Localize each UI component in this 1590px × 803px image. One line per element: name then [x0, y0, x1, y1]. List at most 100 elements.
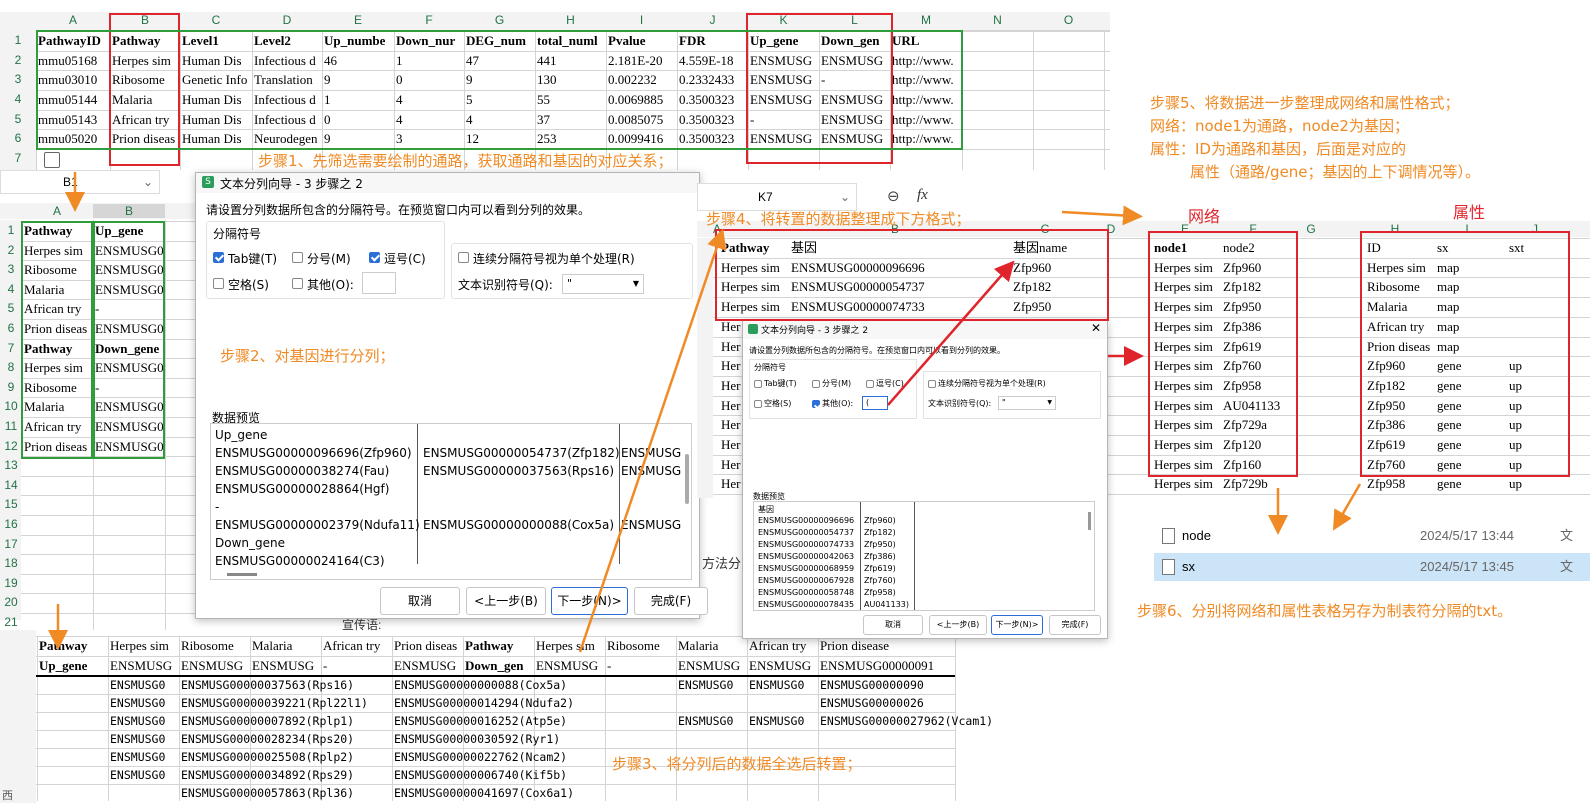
- table-cell[interactable]: African try: [321, 636, 392, 655]
- row-header-10[interactable]: 10: [2, 399, 20, 413]
- table-cell[interactable]: [747, 730, 749, 749]
- d2-consecutive-checkbox[interactable]: [928, 380, 936, 388]
- column-header-G[interactable]: G: [464, 13, 535, 27]
- table-cell[interactable]: ENSMUSG0: [108, 712, 165, 731]
- table-cell[interactable]: Herpes sim: [534, 636, 605, 655]
- d2-other-input[interactable]: (: [862, 396, 888, 410]
- table-cell[interactable]: ENSMUSG00000028234(Rps20): [179, 730, 354, 749]
- table-cell[interactable]: ENSMUSG00000034892(Rps29): [179, 766, 354, 785]
- table-cell[interactable]: ENSMUSG00000091: [818, 656, 955, 675]
- table-cell[interactable]: ENSMUSG00000025508(Rplp2): [179, 748, 354, 767]
- row-header-3[interactable]: 3: [2, 262, 20, 276]
- row-header-5[interactable]: 5: [9, 112, 27, 126]
- table-cell[interactable]: ENSMUSG0: [108, 676, 165, 695]
- table-cell[interactable]: ENSMUSG00000022762(Ncam2): [392, 748, 567, 767]
- d2-finish-button[interactable]: 完成(F): [1049, 615, 1101, 635]
- row-header-1[interactable]: 1: [9, 33, 27, 47]
- preview-vscroll[interactable]: [685, 454, 689, 504]
- table-cell[interactable]: Down_gen: [463, 656, 534, 675]
- table-cell[interactable]: ENSMUSG00000090: [818, 676, 924, 695]
- space-checkbox[interactable]: [213, 278, 224, 289]
- table-cell[interactable]: ENSMUSG00000026: [818, 694, 924, 713]
- d2-next-button[interactable]: 下一步(N)>: [991, 615, 1043, 635]
- d2-comma-checkbox[interactable]: [866, 380, 874, 388]
- d2-tab-checkbox[interactable]: [754, 380, 762, 388]
- table-cell[interactable]: ENSMUSG: [250, 656, 321, 675]
- column-header-M[interactable]: M: [890, 13, 962, 27]
- table-cell[interactable]: ENSMUSG00000007892(Rplp1): [179, 712, 354, 731]
- qualifier-select[interactable]: " ▼: [562, 274, 644, 294]
- table-cell[interactable]: Herpes sim: [1152, 474, 1220, 493]
- d2-qualifier-select[interactable]: " ▼: [998, 396, 1056, 410]
- row-header-8[interactable]: 8: [2, 360, 20, 374]
- row-header-21[interactable]: 21: [2, 615, 20, 629]
- table-cell[interactable]: ENSMUSG: [676, 656, 747, 675]
- zoom-icon[interactable]: ⊖: [887, 187, 900, 205]
- row-header-15[interactable]: 15: [2, 497, 20, 511]
- table-cell[interactable]: gene: [1435, 474, 1505, 493]
- column-header-A[interactable]: A: [36, 13, 110, 27]
- next-button[interactable]: 下一步(N)>: [551, 587, 628, 615]
- table-cell[interactable]: [676, 694, 678, 713]
- d2-semicolon-checkbox[interactable]: [812, 380, 820, 388]
- paste-options-icon[interactable]: [44, 152, 60, 168]
- column-header-J[interactable]: J: [677, 13, 748, 27]
- table-cell[interactable]: Malaria: [250, 636, 321, 655]
- d2-cancel-button[interactable]: 取消: [863, 615, 923, 635]
- row-header-1[interactable]: 1: [2, 223, 20, 237]
- column-header-H[interactable]: H: [535, 13, 606, 27]
- table-cell[interactable]: Pathway: [37, 636, 108, 655]
- column-header-N[interactable]: N: [962, 13, 1033, 27]
- row-header-13[interactable]: 13: [2, 458, 20, 472]
- row-header-6[interactable]: 6: [9, 131, 27, 145]
- table-cell[interactable]: ENSMUSG: [747, 656, 818, 675]
- row-header-14[interactable]: 14: [2, 478, 20, 492]
- row-header-4[interactable]: 4: [2, 282, 20, 296]
- table-cell[interactable]: Zfp729b: [1221, 474, 1301, 493]
- table-cell[interactable]: ENSMUSG0: [747, 712, 804, 731]
- back-button[interactable]: <上一步(B): [466, 587, 546, 615]
- row-header-18[interactable]: 18: [2, 556, 20, 570]
- table-cell[interactable]: -: [605, 656, 676, 675]
- row-header-7[interactable]: 7: [2, 341, 20, 355]
- d2-preview-vscroll[interactable]: [1088, 512, 1091, 530]
- table-cell[interactable]: ENSMUSG: [534, 656, 605, 675]
- row-header-20[interactable]: 20: [2, 595, 20, 609]
- cancel-button[interactable]: 取消: [380, 587, 460, 615]
- table-cell[interactable]: Ribosome: [605, 636, 676, 655]
- row-header-2[interactable]: 2: [9, 53, 27, 67]
- row-header-9[interactable]: 9: [2, 380, 20, 394]
- row-header-5[interactable]: 5: [2, 301, 20, 315]
- d2-other-checkbox[interactable]: [812, 400, 820, 408]
- column-header-F[interactable]: F: [394, 13, 464, 27]
- row-header-7[interactable]: 7: [9, 151, 27, 165]
- consecutive-checkbox[interactable]: [458, 252, 469, 263]
- column-header-C[interactable]: C: [180, 13, 252, 27]
- column-header-B[interactable]: B: [93, 204, 165, 218]
- d2-space-checkbox[interactable]: [754, 400, 762, 408]
- table-cell[interactable]: ENSMUSG: [392, 656, 463, 675]
- other-checkbox[interactable]: [292, 278, 303, 289]
- preview-hscroll[interactable]: [227, 573, 257, 576]
- fx-icon[interactable]: fx: [917, 187, 928, 204]
- table-cell[interactable]: [818, 730, 820, 749]
- row-header-19[interactable]: 19: [2, 576, 20, 590]
- table-cell[interactable]: ENSMUSG00000041697(Cox6a1): [392, 784, 574, 803]
- finish-button[interactable]: 完成(F): [634, 587, 708, 615]
- column-header-A[interactable]: A: [22, 204, 92, 218]
- table-cell[interactable]: ENSMUSG00000016252(Atp5e): [392, 712, 567, 731]
- table-cell[interactable]: Herpes sim: [108, 636, 179, 655]
- comma-checkbox[interactable]: [369, 252, 380, 263]
- data-preview[interactable]: Up_gene ENSMUSG00000096696(Zfp960) ENSMUSG…: [210, 423, 692, 580]
- column-header-G[interactable]: G: [1301, 222, 1321, 236]
- table-cell[interactable]: ENSMUSG0: [676, 712, 733, 731]
- table-cell[interactable]: [747, 694, 749, 713]
- row-header-4[interactable]: 4: [9, 92, 27, 106]
- chevron-down-icon[interactable]: ⌄: [143, 171, 153, 193]
- column-header-E[interactable]: E: [322, 13, 394, 27]
- table-cell[interactable]: ENSMUSG00000039221(Rpl22l1): [179, 694, 368, 713]
- table-cell[interactable]: ENSMUSG00000006740(Kif5b): [392, 766, 567, 785]
- table-cell[interactable]: Up_gene: [37, 656, 108, 675]
- row-header-16[interactable]: 16: [2, 517, 20, 531]
- table-cell[interactable]: Zfp958: [1365, 474, 1435, 493]
